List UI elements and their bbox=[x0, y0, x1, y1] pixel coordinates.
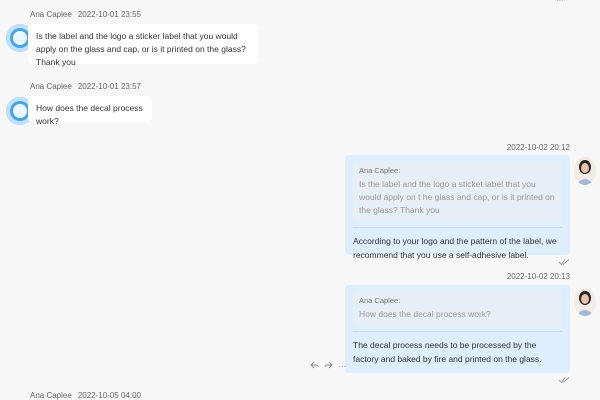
avatar[interactable] bbox=[574, 157, 596, 185]
timestamp: 2022-10-01 23:55 bbox=[77, 10, 141, 19]
quote-text: Is the label and the logo a sticket labe… bbox=[359, 179, 555, 215]
message-meta: Ana Caplee 2022-10-01 23:57 bbox=[30, 82, 141, 91]
forward-icon[interactable] bbox=[324, 361, 333, 371]
quote-sender: Ana Caplee: bbox=[359, 166, 401, 175]
divider bbox=[353, 227, 562, 228]
message-bubble: How does the decal process work? bbox=[28, 96, 152, 126]
message-text: How does the decal process work? bbox=[36, 103, 143, 126]
read-receipt-icon bbox=[558, 258, 570, 268]
message-bubble: Ana Caplee: Is the label and the logo a … bbox=[345, 155, 570, 260]
more-icon[interactable]: ··· bbox=[338, 362, 346, 371]
quoted-message[interactable]: Ana Caplee: How does the decal process w… bbox=[353, 291, 562, 325]
timestamp: 2022-10-05 04:00 bbox=[77, 391, 141, 400]
read-receipt-icon bbox=[558, 376, 570, 386]
timestamp: 2022-10-01 23:57 bbox=[77, 82, 141, 91]
message-text: The decal process needs to be processed … bbox=[353, 340, 542, 364]
message-bubble: Is the label and the logo a sticker labe… bbox=[28, 24, 258, 67]
timestamp: 2022-10-02 20:13 bbox=[506, 272, 570, 281]
message-actions: ··· bbox=[310, 361, 349, 371]
user-photo-icon bbox=[574, 288, 596, 316]
message-text: According to your logo and the pattern o… bbox=[353, 236, 557, 260]
message-text: Is the label and the logo a sticker labe… bbox=[36, 31, 246, 67]
sender-name: Ana Caplee bbox=[30, 82, 72, 91]
reply-icon[interactable] bbox=[310, 361, 319, 371]
user-photo-icon bbox=[574, 157, 596, 185]
divider bbox=[353, 331, 562, 332]
avatar[interactable] bbox=[574, 288, 596, 316]
more-icon[interactable]: ··· bbox=[556, 0, 564, 5]
message-meta: Ana Caplee 2022-10-05 04:00 bbox=[30, 391, 141, 400]
message-bubble: Ana Caplee: How does the decal process w… bbox=[345, 285, 570, 373]
sender-name: Ana Caplee bbox=[30, 10, 72, 19]
quoted-message[interactable]: Ana Caplee: Is the label and the logo a … bbox=[353, 161, 562, 221]
quote-sender: Ana Caplee: bbox=[359, 296, 401, 305]
message-meta: Ana Caplee 2022-10-01 23:55 bbox=[30, 10, 141, 19]
sender-name: Ana Caplee bbox=[30, 391, 72, 400]
timestamp: 2022-10-02 20:12 bbox=[506, 143, 570, 152]
quote-text: How does the decal process work? bbox=[359, 309, 491, 319]
